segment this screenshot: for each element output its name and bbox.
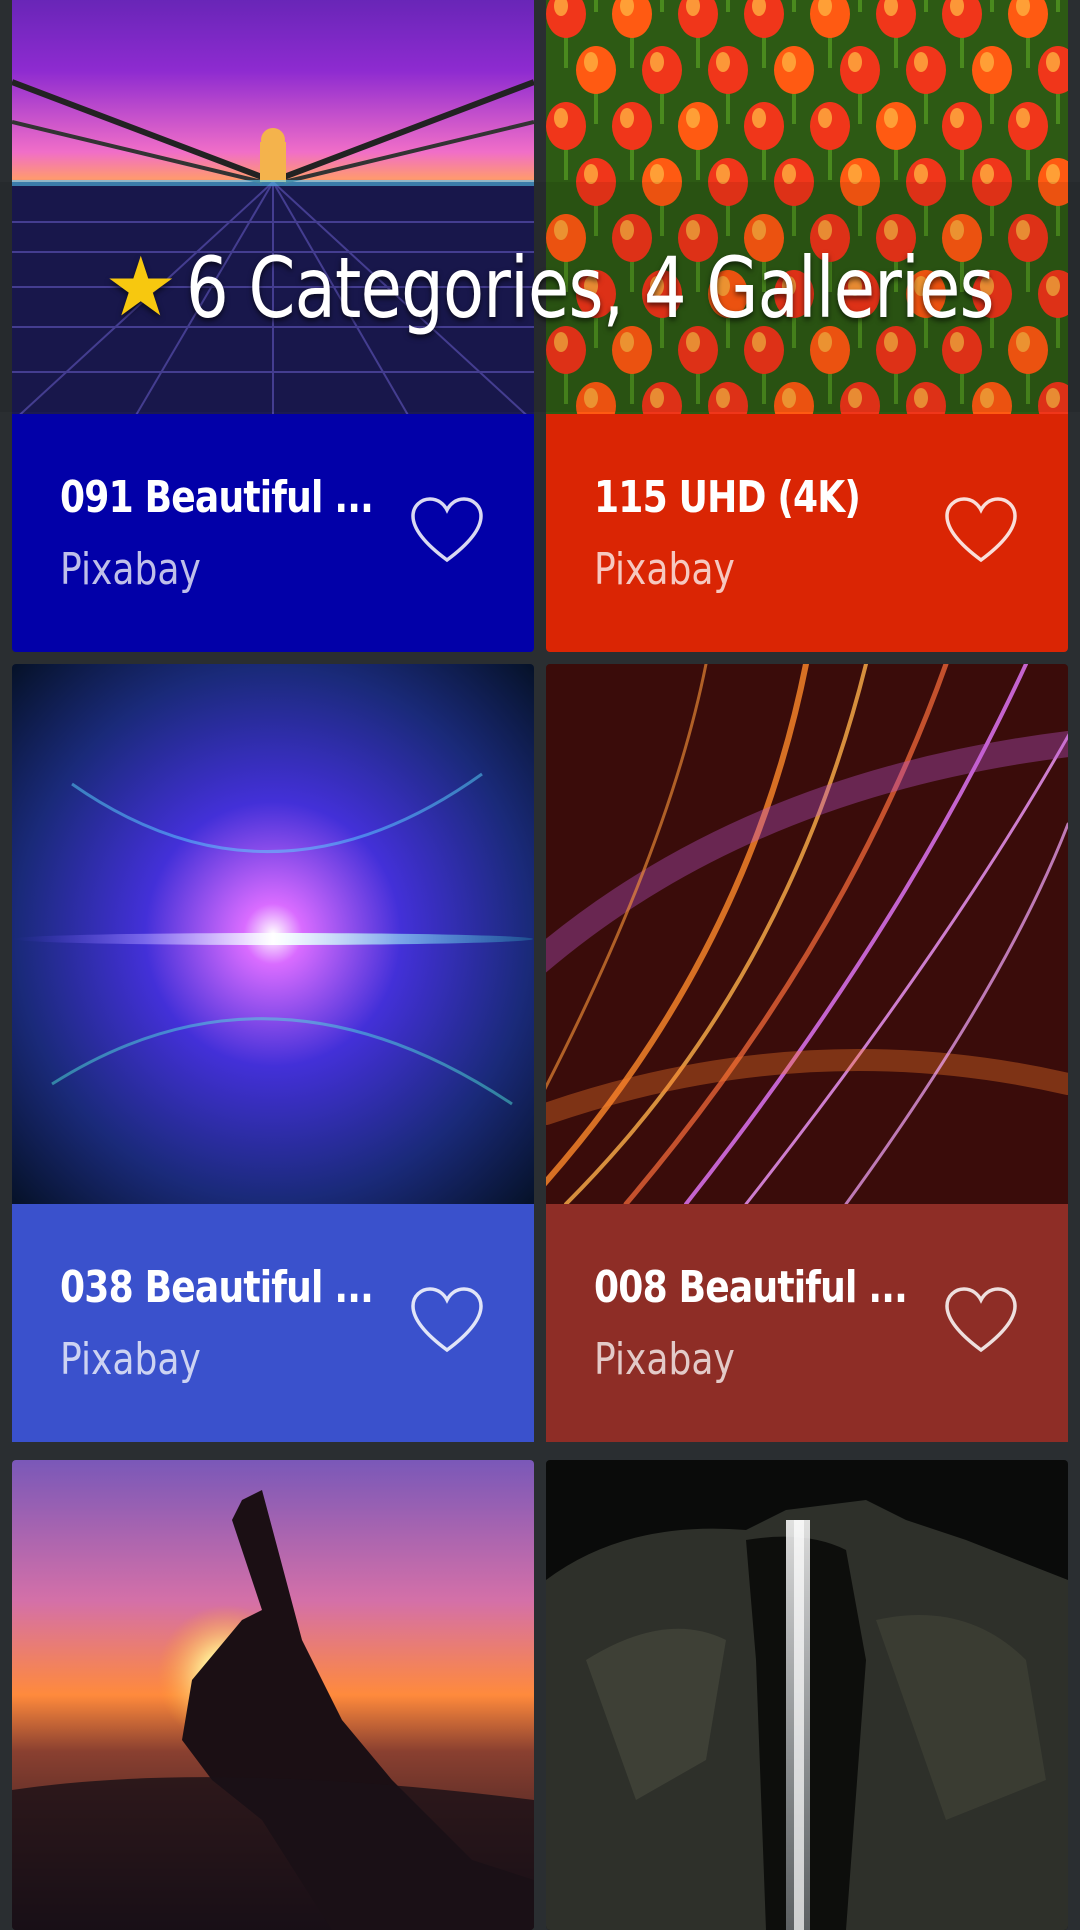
card-source: Pixabay: [60, 1334, 201, 1385]
light-streaks-photo: [546, 664, 1068, 1204]
collection-summary-banner: ★ 6 Categories, 4 Galleries: [104, 238, 1080, 338]
card-title: 038 Beautiful ...: [60, 1262, 374, 1313]
cave-waterfall-photo: [546, 1460, 1068, 1930]
card-info: 038 Beautiful ... Pixabay: [12, 1204, 534, 1442]
banner-label: 6 Categories, 4 Galleries: [185, 239, 995, 337]
card-title: 008 Beautiful ...: [594, 1262, 908, 1313]
card-source: Pixabay: [60, 544, 201, 595]
heart-outline-icon[interactable]: [944, 496, 1018, 564]
gallery-card[interactable]: [546, 1460, 1068, 1930]
gallery-card[interactable]: 038 Beautiful ... Pixabay: [12, 664, 534, 1446]
heart-outline-icon[interactable]: [944, 1286, 1018, 1354]
card-info: 115 UHD (4K) Pixabay: [546, 414, 1068, 652]
card-title: 115 UHD (4K): [594, 472, 861, 523]
hand-sunset-photo: [12, 1460, 534, 1930]
card-source: Pixabay: [594, 544, 735, 595]
gallery-card[interactable]: [12, 1460, 534, 1930]
card-title: 091 Beautiful ...: [60, 472, 374, 523]
card-info: 091 Beautiful ... Pixabay: [12, 414, 534, 652]
card-source: Pixabay: [594, 1334, 735, 1385]
card-info: 008 Beautiful ... Pixabay: [546, 1204, 1068, 1442]
gallery-card[interactable]: 008 Beautiful ... Pixabay: [546, 664, 1068, 1446]
particle-wave-photo: [12, 664, 534, 1204]
heart-outline-icon[interactable]: [410, 1286, 484, 1354]
star-icon: ★: [104, 242, 178, 333]
heart-outline-icon[interactable]: [410, 496, 484, 564]
